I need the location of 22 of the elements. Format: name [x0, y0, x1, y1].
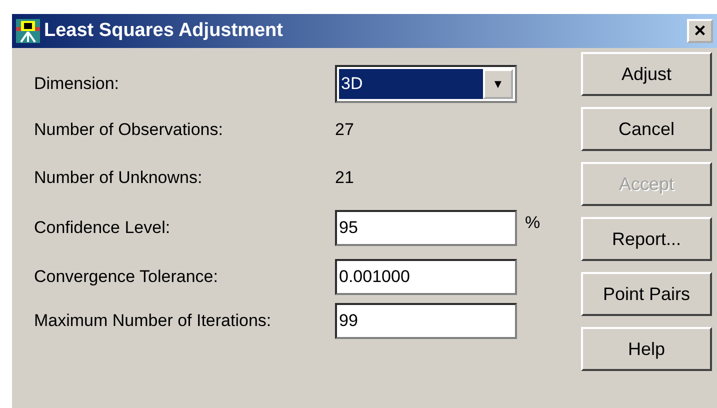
dialog-button[interactable]: Point Pairs	[581, 272, 712, 316]
field-label: Number of Unknowns:	[34, 167, 204, 190]
window-title: Least Squares Adjustment	[44, 18, 283, 43]
value-text: 21	[335, 167, 355, 190]
dialog-button[interactable]: Help	[581, 327, 712, 371]
dialog-button[interactable]: Adjust	[581, 52, 712, 96]
input-field[interactable]: 0.001000	[335, 259, 517, 295]
field-label: Number of Observations:	[34, 119, 224, 142]
dropdown-button[interactable]: ▼	[483, 69, 513, 99]
surveyor-instrument-icon	[16, 19, 40, 43]
input-field[interactable]: 99	[335, 303, 517, 339]
input-field[interactable]: 95	[335, 210, 517, 246]
dialog-button[interactable]: Cancel	[581, 107, 712, 151]
dialog-button[interactable]: Report...	[581, 217, 712, 261]
unit-label: %	[524, 212, 542, 234]
field-label: Convergence Tolerance:	[34, 266, 219, 288]
field-label: Maximum Number of Iterations:	[34, 310, 272, 332]
dimension-dropdown[interactable]: 3D ▼	[335, 65, 517, 103]
close-button[interactable]: ×	[687, 19, 713, 43]
value-text: 27	[335, 119, 355, 142]
field-label: Confidence Level:	[34, 217, 172, 240]
field-label: Dimension:	[34, 73, 120, 96]
